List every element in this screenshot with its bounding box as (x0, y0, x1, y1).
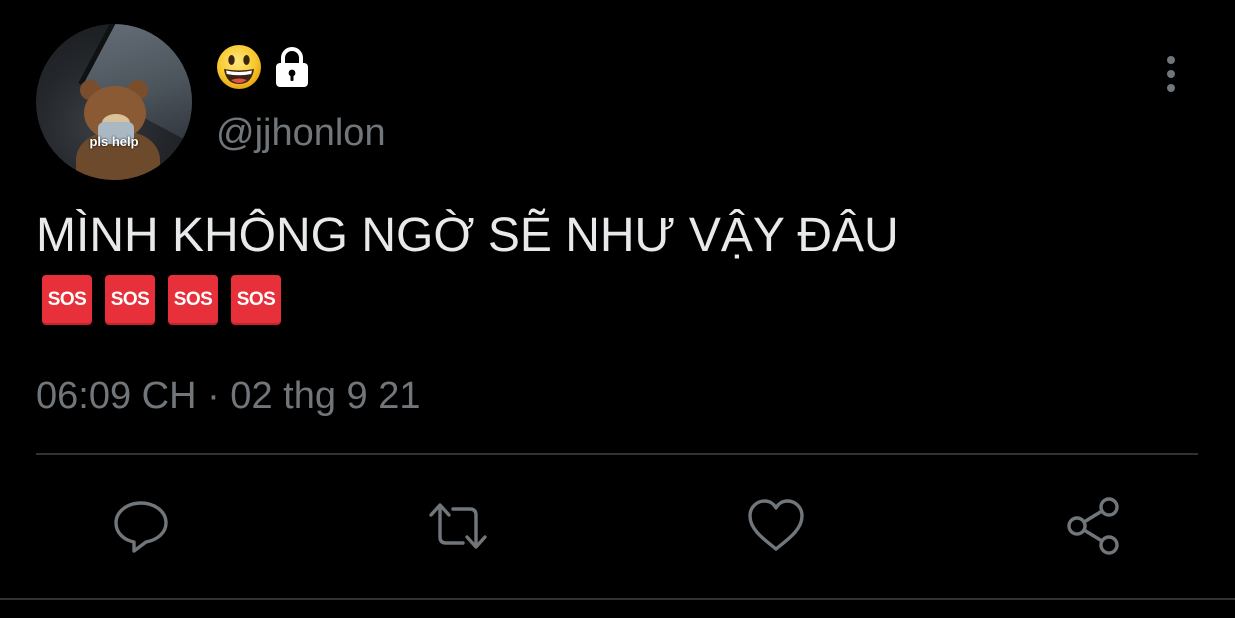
more-options-icon[interactable] (1156, 54, 1186, 96)
like-button[interactable] (745, 495, 807, 557)
sos-emoji: SOS (168, 275, 218, 325)
tweet-detail: pls help @jjhonlon MÌNH KHÔNG NGỜ SẼ NHƯ… (0, 0, 1235, 618)
tweet-text: MÌNH KHÔNG NGỜ SẼ NHƯ VẬY ĐÂU (36, 209, 899, 262)
author-handle[interactable]: @jjhonlon (216, 110, 386, 156)
tweet-timestamp[interactable]: 06:09 CH · 02 thg 9 21 (36, 372, 420, 420)
sos-emoji: SOS (105, 275, 155, 325)
action-bar (0, 495, 1235, 557)
avatar-caption: pls help (89, 134, 139, 149)
reply-icon (114, 501, 168, 553)
sos-emoji: SOS (231, 275, 281, 325)
like-icon (748, 499, 804, 551)
retweet-button[interactable] (427, 495, 489, 557)
reply-button[interactable] (110, 495, 172, 557)
divider (0, 598, 1235, 600)
share-icon (1067, 497, 1119, 555)
display-name[interactable] (216, 42, 314, 92)
lock-icon (270, 45, 314, 89)
share-button[interactable] (1063, 495, 1125, 557)
retweet-icon (429, 503, 487, 549)
sos-emoji: SOS (42, 275, 92, 325)
grinning-face-emoji (216, 44, 262, 90)
divider (36, 453, 1198, 455)
tweet-emoji-row: SOS SOS SOS SOS (42, 275, 281, 325)
avatar[interactable]: pls help (36, 24, 192, 180)
